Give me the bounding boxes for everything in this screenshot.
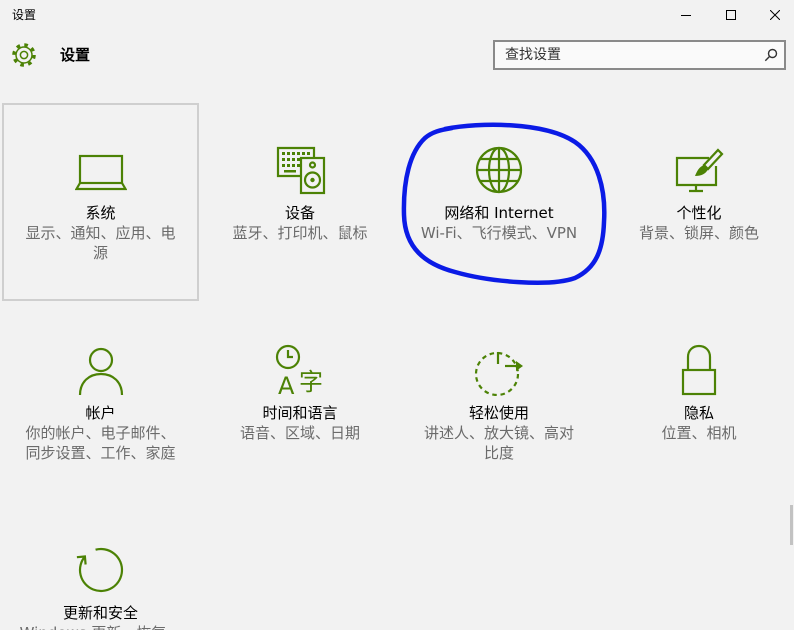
title-bar: 设置 (0, 0, 794, 30)
tile-personalization[interactable]: 个性化 背景、锁屏、颜色 (605, 103, 793, 301)
tile-title: 帐户 (85, 404, 116, 422)
tile-description: 语音、区域、日期 (239, 424, 360, 442)
tile-title: 网络和 Internet (444, 204, 554, 222)
tile-privacy[interactable]: 隐私 位置、相机 (605, 303, 793, 501)
tile-ease-of-access[interactable]: 轻松使用 讲述人、放大镜、高对比度 (405, 303, 593, 501)
tile-description: 你的帐户、电子邮件、同步设置、工作、家庭 (25, 424, 176, 462)
person-icon (78, 347, 123, 396)
ease-of-access-icon (474, 351, 523, 396)
tile-system[interactable]: 系统 显示、通知、应用、电源 (2, 103, 199, 301)
close-icon (769, 10, 780, 20)
window-title: 设置 (12, 8, 37, 22)
page-title: 设置 (60, 46, 91, 64)
search-icon[interactable] (764, 48, 778, 62)
maximize-button[interactable] (711, 0, 751, 30)
laptop-icon (74, 154, 127, 191)
tile-title: 更新和安全 (62, 604, 138, 622)
tile-description: 讲述人、放大镜、高对比度 (423, 424, 574, 462)
clock-language-icon: A 字 (275, 344, 323, 396)
icon-glyph-zi: 字 (299, 368, 323, 396)
tile-devices[interactable]: 设备 蓝牙、打印机、鼠标 (206, 103, 394, 301)
close-button[interactable] (755, 0, 794, 30)
tile-title: 隐私 (683, 404, 714, 422)
tile-accounts[interactable]: 帐户 你的帐户、电子邮件、同步设置、工作、家庭 (2, 303, 199, 501)
scrollbar-thumb[interactable] (790, 505, 793, 545)
gear-icon (12, 43, 36, 67)
tile-title: 个性化 (676, 204, 722, 222)
tile-description: 背景、锁屏、颜色 (638, 224, 759, 242)
tile-time-language[interactable]: A 字 时间和语言 语音、区域、日期 (206, 303, 394, 501)
tile-description: Wi-Fi、飞行模式、VPN (420, 224, 578, 242)
tile-title: 时间和语言 (262, 404, 338, 422)
tile-title: 系统 (85, 204, 116, 222)
tile-description: 位置、相机 (661, 424, 737, 442)
tile-title: 设备 (284, 204, 315, 222)
tile-description: Windows 更新、恢复、备份 (20, 623, 182, 630)
globe-icon (475, 146, 523, 194)
tile-description: 显示、通知、应用、电源 (25, 224, 176, 262)
tile-title: 轻松使用 (468, 404, 529, 422)
settings-grid: 系统 显示、通知、应用、电源 设备 蓝牙、打印机、鼠标 网络和 Internet… (0, 103, 794, 630)
icon-glyph-a: A (278, 372, 295, 396)
lock-icon (681, 344, 717, 396)
tile-description: 蓝牙、打印机、鼠标 (232, 224, 368, 242)
minimize-icon (681, 15, 691, 16)
devices-icon (276, 146, 326, 195)
minimize-button[interactable] (666, 0, 706, 30)
tile-update-security[interactable]: 更新和安全 Windows 更新、恢复、备份 (2, 503, 199, 630)
search-box[interactable] (493, 40, 786, 70)
personalization-icon (675, 148, 724, 193)
search-input[interactable] (495, 42, 757, 68)
update-icon (76, 547, 123, 593)
maximize-icon (726, 10, 736, 20)
tile-network-internet[interactable]: 网络和 Internet Wi-Fi、飞行模式、VPN (405, 103, 593, 301)
